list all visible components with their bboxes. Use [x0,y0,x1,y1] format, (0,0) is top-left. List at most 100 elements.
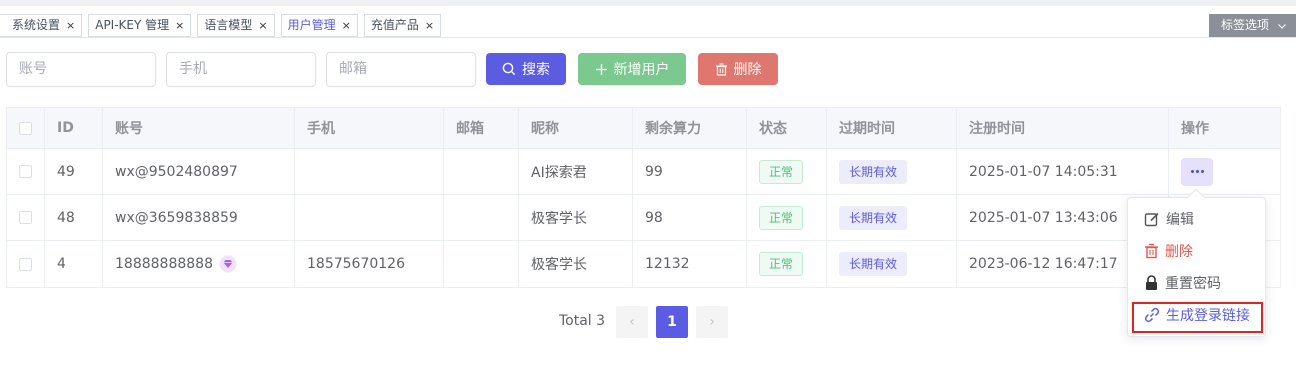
row-checkbox[interactable] [19,257,32,271]
cell-email [444,149,519,194]
cell-phone [295,149,444,194]
menu-item-delete[interactable]: 删除 [1144,241,1193,261]
cell-expire: 长期有效 [827,241,957,287]
close-icon[interactable]: × [66,15,75,36]
cell-expire: 长期有效 [827,195,957,240]
expire-badge: 长期有效 [839,252,908,276]
expire-badge: 长期有效 [839,205,908,230]
account-text: 18888888888 [115,256,213,272]
cell-id: 49 [45,149,103,194]
tab-api-key[interactable]: API-KEY 管理 × [88,14,192,37]
header-account: 账号 [103,108,295,148]
tab-user-management[interactable]: 用户管理 × [280,14,358,37]
tab-divider [0,37,1296,38]
search-button[interactable]: 搜索 [486,53,566,85]
cell-power: 98 [633,195,747,240]
account-input[interactable]: 账号 [6,52,156,87]
dot [1190,170,1194,173]
status-badge: 正常 [759,205,804,230]
table-row: 4 18888888888 18575670126 极客学长 12132 正常 … [7,241,1280,287]
tab-options-label: 标签选项 [1221,18,1270,32]
row-checkbox[interactable] [19,211,32,224]
menu-item-label: 重置密码 [1165,276,1221,292]
table-row: 49 wx@9502480897 AI探索君 99 正常 长期有效 2025-0… [7,149,1280,195]
tab-label: 语言模型 [204,18,253,32]
plus-icon [595,63,607,75]
cell-nickname: 极客学长 [519,241,633,287]
tab-language-model[interactable]: 语言模型 × [197,14,275,37]
header-id: ID [45,108,103,148]
tab-label: 充值产品 [370,18,419,32]
cell-power: 12132 [633,241,747,287]
email-placeholder: 邮箱 [339,61,367,77]
close-icon[interactable]: × [258,15,267,36]
next-page-button[interactable]: › [696,306,728,338]
row-checkbox[interactable] [19,165,32,178]
header-nickname: 昵称 [519,108,633,148]
phone-input[interactable]: 手机 [166,52,316,87]
tab-label: API-KEY 管理 [95,18,170,32]
search-button-label: 搜索 [522,62,550,78]
cell-actions [1169,149,1281,194]
cell-account: wx@3659838859 [103,195,295,240]
close-icon[interactable]: × [342,15,351,36]
header-email: 邮箱 [444,108,519,148]
status-badge: 正常 [759,252,804,276]
cell-status: 正常 [747,149,827,194]
header-select-cell [7,108,45,148]
tab-recharge-products[interactable]: 充值产品 × [363,14,442,37]
cell-registered: 2025-01-07 14:05:31 [957,149,1169,194]
menu-item-label: 删除 [1165,244,1193,260]
delete-button-label: 删除 [733,62,762,78]
tab-label: 用户管理 [287,18,336,32]
search-icon [502,62,516,76]
cell-power: 99 [633,149,747,194]
chevron-left-icon: ‹ [629,314,635,330]
close-icon[interactable]: × [425,15,434,36]
cell-status: 正常 [747,195,827,240]
cell-status: 正常 [747,241,827,287]
select-cell [7,149,45,194]
header-expire: 过期时间 [827,108,957,148]
menu-item-reset-password[interactable]: 重置密码 [1144,273,1221,293]
actions-dropdown-menu: 编辑 删除 重置密码 生成登录链接 [1127,197,1266,337]
cell-phone: 18575670126 [295,241,444,287]
account-placeholder: 账号 [19,61,47,77]
dot [1195,170,1199,173]
cell-account: wx@9502480897 [103,149,295,194]
cell-id: 4 [45,241,103,287]
menu-item-label: 编辑 [1166,212,1194,228]
select-all-checkbox[interactable] [19,121,32,135]
header-power: 剩余算力 [633,108,747,148]
more-actions-button[interactable] [1181,157,1213,186]
add-user-label: 新增用户 [613,62,670,78]
prev-page-button[interactable]: ‹ [616,306,648,338]
header-phone: 手机 [295,108,444,148]
tab-options-button[interactable]: 标签选项 [1209,14,1296,37]
trash-icon [715,62,727,76]
email-input[interactable]: 邮箱 [326,52,476,87]
header-actions: 操作 [1181,121,1209,137]
select-cell [7,195,45,240]
page-number-current[interactable]: 1 [656,306,688,338]
edit-icon [1144,212,1159,227]
tab-bar: 系统设置 × API-KEY 管理 × 语言模型 × 用户管理 × 充值产品 × [0,14,447,37]
tab-label: 系统设置 [12,18,61,32]
add-user-button[interactable]: 新增用户 [578,53,686,85]
cell-id: 48 [45,195,103,240]
header-registered: 注册时间 [957,108,1169,148]
close-icon[interactable]: × [175,15,184,36]
menu-item-edit[interactable]: 编辑 [1144,209,1194,229]
highlight-box [1132,302,1263,333]
trash-icon [1145,243,1158,259]
cell-email [444,241,519,287]
cell-nickname: 极客学长 [519,195,633,240]
delete-button[interactable]: 删除 [698,53,778,85]
table-header: ID 账号 手机 邮箱 昵称 剩余算力 状态 过期时间 注册时间 操作 [7,108,1280,149]
tab-system-settings[interactable]: 系统设置 × [0,14,83,37]
expire-badge: 长期有效 [839,159,908,184]
phone-placeholder: 手机 [179,61,207,77]
chevron-down-icon [1277,23,1286,29]
cell-phone [295,195,444,240]
cell-account: 18888888888 [103,241,295,287]
